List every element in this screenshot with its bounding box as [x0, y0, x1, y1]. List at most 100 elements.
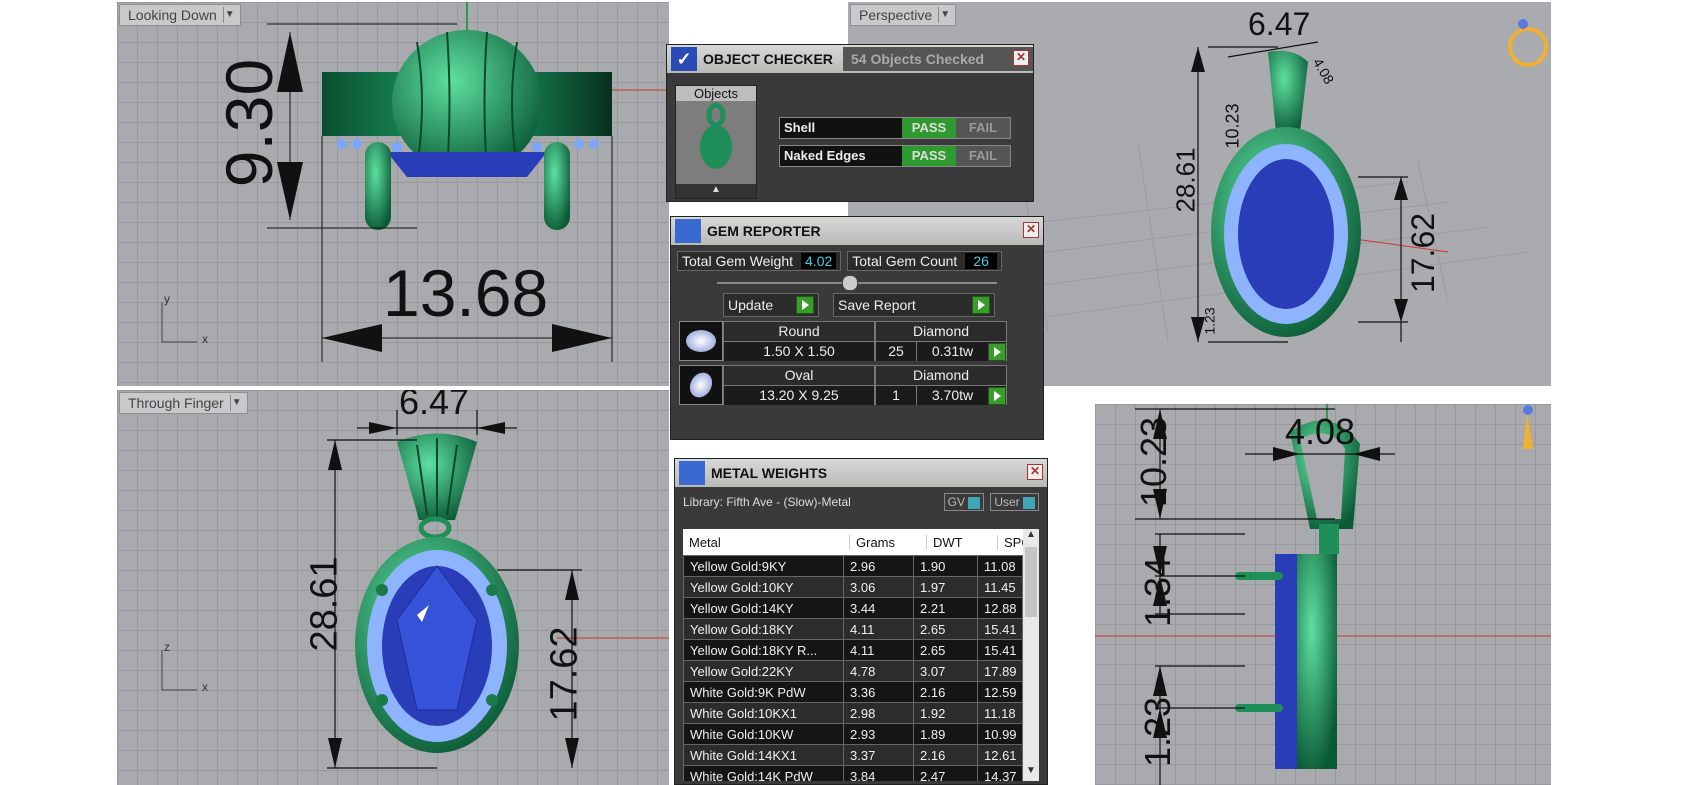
dimension-width: 13.68 — [383, 256, 549, 330]
pass-badge: PASS — [902, 146, 956, 166]
dimension-bail-depth: 4.08 — [1285, 411, 1356, 452]
metal-weights-panel: METAL WEIGHTS ✕ Library: Fifth Ave - (Sl… — [674, 458, 1048, 785]
slider-handle[interactable] — [842, 275, 858, 291]
cell-spg: 15.41 — [977, 618, 1023, 640]
table-row[interactable]: White Gold:10KX1 2.98 1.92 11.18 — [683, 702, 1023, 724]
cell-spg: 11.45 — [977, 576, 1023, 598]
report-slider[interactable] — [717, 275, 997, 291]
vertical-scrollbar[interactable]: ▲ ▼ — [1023, 529, 1039, 781]
gem-type: Diamond — [876, 366, 1006, 386]
viewport-side[interactable]: 10.23 4.08 1.34 1.23 — [1095, 404, 1551, 785]
metal-table: Yellow Gold:9KY 2.96 1.90 11.08 Yellow Gold… — [683, 555, 1023, 781]
table-row[interactable]: Yellow Gold:9KY 2.96 1.90 11.08 — [683, 555, 1023, 577]
table-row[interactable]: White Gold:10KW 2.93 1.89 10.99 — [683, 723, 1023, 745]
gv-toggle[interactable]: GV — [943, 493, 985, 511]
cell-spg: 12.59 — [977, 681, 1023, 703]
dimension-prong-offset: 1.34 — [1137, 556, 1179, 628]
object-checker-panel: ✓ OBJECT CHECKER 54 Objects Checked ✕ Ob… — [666, 44, 1034, 202]
cell-metal: Yellow Gold:22KY — [683, 660, 844, 682]
column-header-metal[interactable]: Metal — [683, 534, 850, 550]
cell-dwt: 2.65 — [913, 639, 978, 661]
play-icon[interactable] — [988, 343, 1006, 361]
scroll-up-icon[interactable]: ▲ — [676, 184, 756, 198]
gem-row[interactable]: Oval 13.20 X 9.25 Diamond 1 3.70tw — [679, 365, 1019, 405]
dimension-bail-width: 6.47 — [399, 390, 470, 422]
cell-metal: Yellow Gold:9KY — [683, 555, 844, 577]
gem-tw: 3.70tw — [931, 387, 974, 403]
cell-spg: 11.18 — [977, 702, 1023, 724]
table-row[interactable]: Yellow Gold:22KY 4.78 3.07 17.89 — [683, 660, 1023, 682]
cell-metal: White Gold:9K PdW — [683, 681, 844, 703]
scroll-thumb[interactable] — [1025, 547, 1037, 617]
library-label: Library: Fifth Ave - (Slow)-Metal — [683, 495, 851, 509]
dimension-bail-height: 10.23 — [1222, 103, 1243, 149]
cell-dwt: 3.07 — [913, 660, 978, 682]
scroll-up-icon[interactable]: ▲ — [1023, 529, 1039, 545]
column-header-grams[interactable]: Grams — [850, 534, 927, 550]
cell-spg: 15.41 — [977, 639, 1023, 661]
cell-dwt: 1.89 — [913, 723, 978, 745]
gem-size: 13.20 X 9.25 — [724, 386, 874, 405]
cell-dwt: 1.90 — [913, 555, 978, 577]
play-icon[interactable] — [988, 387, 1006, 405]
objects-preview[interactable]: Objects ▲ — [675, 85, 757, 199]
cell-spg: 11.08 — [977, 555, 1023, 577]
viewport-label-text: Perspective — [859, 7, 933, 23]
cell-grams: 2.96 — [843, 555, 914, 577]
metal-weights-titlebar: METAL WEIGHTS ✕ — [675, 459, 1047, 487]
metal-table-container[interactable]: Metal Grams DWT SPG Yellow Gold:9KY 2.96 1… — [683, 529, 1039, 781]
table-row[interactable]: Yellow Gold:18KY R... 4.11 2.65 15.41 — [683, 639, 1023, 661]
cell-grams: 2.98 — [843, 702, 914, 724]
close-icon[interactable]: ✕ — [1023, 222, 1039, 238]
close-icon[interactable]: ✕ — [1013, 50, 1029, 66]
viewport-through-finger[interactable]: Through Finger ▼ 6.47 28.61 17.62 z x — [117, 390, 669, 785]
gem-shape: Oval — [724, 366, 874, 386]
dimension-bail-height: 10.23 — [1133, 416, 1175, 508]
cell-spg: 12.61 — [977, 744, 1023, 766]
scroll-down-icon[interactable]: ▼ — [1023, 765, 1039, 781]
user-label: User — [994, 495, 1020, 509]
gem-row[interactable]: Round 1.50 X 1.50 Diamond 25 0.31tw — [679, 321, 1019, 361]
play-icon — [796, 296, 814, 314]
axis-y-label: y — [164, 292, 170, 306]
column-header-dwt[interactable]: DWT — [927, 534, 998, 550]
cell-grams: 3.44 — [843, 597, 914, 619]
dropdown-arrow-icon[interactable]: ▼ — [222, 7, 236, 23]
viewport-label[interactable]: Looking Down ▼ — [119, 4, 241, 26]
gem-reporter-panel: GEM REPORTER ✕ Total Gem Weight 4.02 Tot… — [670, 216, 1044, 440]
cell-dwt: 1.92 — [913, 702, 978, 724]
cell-grams: 4.11 — [843, 639, 914, 661]
cell-spg: 10.99 — [977, 723, 1023, 745]
save-report-button[interactable]: Save Report — [833, 293, 995, 317]
viewport-label[interactable]: Perspective ▼ — [850, 4, 957, 26]
dropdown-arrow-icon[interactable]: ▼ — [938, 7, 951, 23]
scale-icon — [679, 461, 705, 485]
dimension-frame-height: 17.62 — [1405, 212, 1442, 294]
table-row[interactable]: Yellow Gold:10KY 3.06 1.97 11.45 — [683, 576, 1023, 598]
table-row[interactable]: White Gold:9K PdW 3.36 2.16 12.59 — [683, 681, 1023, 703]
viewport-label[interactable]: Through Finger ▼ — [119, 392, 248, 414]
panel-title: OBJECT CHECKER — [703, 51, 833, 67]
gem-report-icon — [675, 219, 701, 243]
dimension-total-height: 28.61 — [303, 556, 346, 652]
table-row[interactable]: White Gold:14KX1 3.37 2.16 12.61 — [683, 744, 1023, 766]
total-gem-count-label: Total Gem Count — [852, 253, 958, 269]
cell-grams: 3.37 — [843, 744, 914, 766]
update-button[interactable]: Update — [723, 293, 819, 317]
fail-badge: FAIL — [956, 146, 1010, 166]
user-toggle[interactable]: User — [990, 493, 1039, 511]
dropdown-arrow-icon[interactable]: ▼ — [229, 395, 243, 411]
cell-dwt: 2.16 — [913, 681, 978, 703]
save-report-label: Save Report — [838, 297, 916, 313]
cell-metal: Yellow Gold:10KY — [683, 576, 844, 598]
table-row[interactable]: Yellow Gold:18KY 4.11 2.65 15.41 — [683, 618, 1023, 640]
total-gem-weight-value: 4.02 — [801, 253, 837, 269]
check-label: Shell — [784, 120, 816, 135]
gem-count: 25 — [876, 342, 917, 361]
viewport-looking-down[interactable]: Looking Down ▼ 9.30 13.68 y x — [117, 2, 669, 386]
gem-reporter-titlebar: GEM REPORTER ✕ — [671, 217, 1043, 245]
close-icon[interactable]: ✕ — [1027, 464, 1043, 480]
table-row[interactable]: Yellow Gold:14KY 3.44 2.21 12.88 — [683, 597, 1023, 619]
oval-gem-icon — [679, 365, 723, 405]
table-row[interactable]: White Gold:14K PdW 3.84 2.47 14.37 — [683, 765, 1023, 781]
